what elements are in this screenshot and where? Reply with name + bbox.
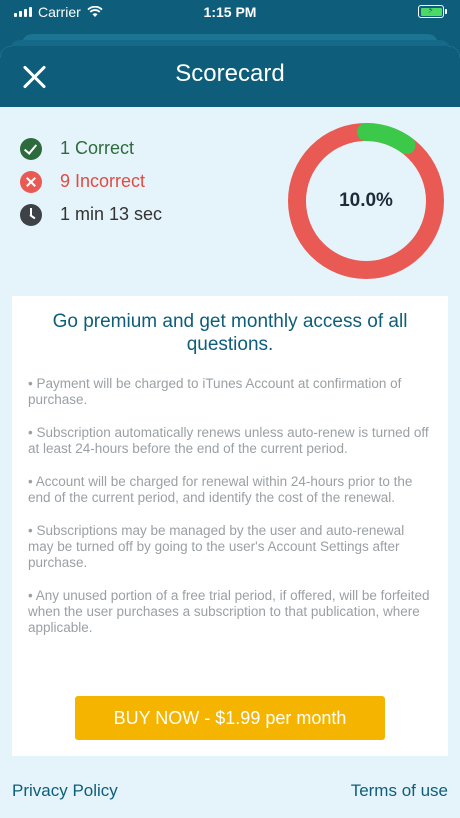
status-time: 1:15 PM <box>203 4 257 20</box>
stats-list: 1 Correct 9 Incorrect 1 min 13 sec <box>20 132 162 231</box>
header-bar: Scorecard <box>0 46 460 107</box>
premium-panel: Go premium and get monthly access of all… <box>12 296 448 756</box>
clock-icon <box>20 203 42 226</box>
terms-of-use-link[interactable]: Terms of use <box>351 781 448 801</box>
incorrect-count: 9 Incorrect <box>60 171 146 191</box>
terms-list: • Payment will be charged to iTunes Acco… <box>28 376 432 637</box>
term-item: • Any unused portion of a free trial per… <box>28 587 430 636</box>
stat-time: 1 min 13 sec <box>20 198 162 231</box>
battery-icon: ⚡ <box>418 5 447 18</box>
privacy-policy-link[interactable]: Privacy Policy <box>12 781 118 801</box>
term-item: • Subscriptions may be managed by the us… <box>28 522 405 571</box>
elapsed-time: 1 min 13 sec <box>60 204 163 224</box>
stat-incorrect: 9 Incorrect <box>20 165 162 198</box>
term-item: • Account will be charged for renewal wi… <box>28 473 413 506</box>
term-item: • Subscription automatically renews unle… <box>28 424 429 457</box>
x-circle-icon <box>20 170 42 193</box>
score-percent: 10.0% <box>339 190 393 211</box>
term-item: • Payment will be charged to iTunes Acco… <box>28 376 402 408</box>
check-circle-icon <box>20 137 42 160</box>
buy-now-button[interactable]: BUY NOW - $1.99 per month <box>75 696 385 740</box>
status-bar: Carrier 1:15 PM ⚡ <box>0 0 460 26</box>
page-title: Scorecard <box>175 60 285 87</box>
premium-headline: Go premium and get monthly access of all… <box>52 311 408 355</box>
scorecard-sheet: Scorecard 1 Correct 9 Incorrect 1 min 13… <box>0 46 460 818</box>
stat-correct: 1 Correct <box>20 132 162 165</box>
correct-count: 1 Correct <box>60 138 135 158</box>
